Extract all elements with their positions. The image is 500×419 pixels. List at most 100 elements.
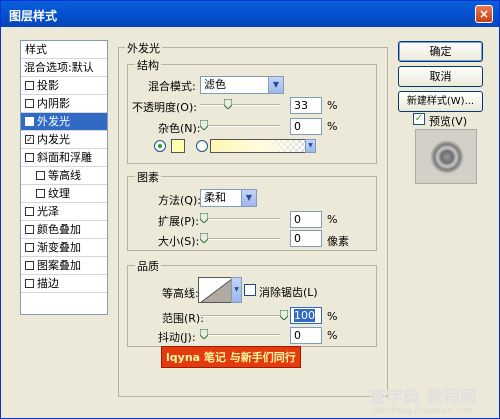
style-list-item[interactable]: 颜色叠加 — [21, 221, 107, 239]
style-checkbox[interactable] — [25, 243, 34, 252]
slider-thumb-icon[interactable] — [200, 329, 208, 339]
style-checkbox[interactable] — [25, 207, 34, 216]
glow-color-swatch[interactable] — [171, 139, 185, 153]
style-checkbox[interactable] — [25, 261, 34, 270]
antialias-checkbox[interactable] — [244, 284, 256, 296]
contour-label: 等高线: — [162, 287, 199, 300]
style-checkbox[interactable] — [36, 171, 45, 180]
blend-mode-value: 滤色 — [204, 78, 226, 91]
gradient-radio[interactable] — [196, 140, 208, 152]
style-checkbox[interactable] — [36, 189, 45, 198]
elements-title: 图素 — [135, 169, 161, 185]
range-label: 范围(R): — [162, 312, 204, 325]
style-checkbox[interactable]: ✓ — [25, 117, 34, 126]
blend-mode-label: 混合模式: — [148, 80, 196, 93]
slider-thumb-icon[interactable] — [200, 120, 208, 130]
cancel-button[interactable]: 取消 — [398, 66, 483, 87]
style-list-item[interactable]: 图案叠加 — [21, 257, 107, 275]
range-slider[interactable] — [200, 310, 288, 320]
size-unit: 像素 — [327, 235, 349, 248]
spread-label: 扩展(P): — [158, 215, 199, 228]
style-item-label: 外发光 — [37, 115, 70, 128]
style-item-label: 内阴影 — [37, 97, 70, 110]
opacity-slider[interactable] — [200, 99, 280, 109]
style-list-item[interactable]: 内阴影 — [21, 95, 107, 113]
noise-unit: % — [327, 120, 338, 133]
slider-thumb-icon[interactable] — [200, 213, 208, 223]
slider-thumb-icon[interactable] — [200, 233, 208, 243]
slider-thumb-icon[interactable] — [224, 99, 232, 109]
solid-color-radio[interactable] — [154, 140, 166, 152]
spread-slider[interactable] — [200, 213, 280, 223]
slider-thumb-icon[interactable] — [280, 310, 288, 320]
style-list-item[interactable]: 投影 — [21, 77, 107, 95]
style-list-item[interactable]: 混合选项:默认 — [21, 59, 107, 77]
contour-picker[interactable] — [198, 277, 232, 303]
watermark-banner: lqyna 笔记 与新手们同行 — [161, 346, 301, 368]
style-checkbox[interactable]: ✓ — [25, 135, 34, 144]
style-item-label: 光泽 — [37, 205, 59, 218]
style-item-label: 内发光 — [37, 133, 70, 146]
style-checkbox[interactable] — [25, 225, 34, 234]
style-checkbox[interactable] — [25, 153, 34, 162]
chevron-down-icon: ▼ — [241, 190, 256, 206]
spread-unit: % — [327, 213, 338, 226]
style-list-item[interactable]: 纹理 — [21, 185, 107, 203]
range-unit: % — [327, 310, 338, 323]
noise-slider[interactable] — [200, 120, 280, 130]
glow-gradient-bar[interactable] — [210, 139, 306, 153]
jitter-input[interactable]: 0 — [290, 327, 322, 344]
noise-label: 杂色(N): — [158, 122, 201, 135]
chevron-down-icon: ▼ — [306, 140, 315, 152]
style-item-label: 混合选项:默认 — [24, 61, 94, 74]
style-list-item[interactable]: 斜面和浮雕 — [21, 149, 107, 167]
preview-label[interactable]: 预览(V) — [429, 113, 467, 129]
size-input[interactable]: 0 — [290, 230, 322, 247]
chevron-down-icon: ▼ — [232, 278, 241, 302]
style-list-item[interactable]: 等高线 — [21, 167, 107, 185]
style-list-item[interactable]: ✓ 外发光 — [21, 113, 107, 131]
style-item-label: 等高线 — [48, 169, 81, 182]
style-item-label: 渐变叠加 — [37, 241, 81, 254]
spread-input[interactable]: 0 — [290, 211, 322, 228]
blend-mode-select[interactable]: 滤色 ▼ — [200, 76, 284, 94]
style-list-item[interactable]: 渐变叠加 — [21, 239, 107, 257]
quality-title: 品质 — [135, 258, 161, 274]
new-style-button[interactable]: 新建样式(W)... — [398, 91, 483, 112]
style-checkbox[interactable] — [25, 99, 34, 108]
style-item-label: 纹理 — [48, 187, 70, 200]
preview-checkbox[interactable]: ✓ — [413, 113, 425, 125]
style-checkbox[interactable] — [25, 81, 34, 90]
size-label: 大小(S): — [158, 235, 200, 248]
title-bar[interactable]: 图层样式 × — [1, 1, 499, 27]
style-list: 样式 混合选项:默认 投影 内阴影 ✓ 外发光 ✓ 内发光 斜面和浮雕 等高线 纹理 光泽 颜色叠加渐… — [20, 40, 108, 315]
noise-input[interactable]: 0 — [290, 118, 322, 135]
style-item-label: 图案叠加 — [37, 259, 81, 272]
gradient-picker-button[interactable]: ▼ — [305, 139, 316, 153]
style-list-item[interactable]: 描边 — [21, 275, 107, 293]
style-item-label: 颜色叠加 — [37, 223, 81, 236]
style-list-item[interactable]: 光泽 — [21, 203, 107, 221]
size-slider[interactable] — [200, 233, 280, 243]
method-label: 方法(Q): — [158, 194, 201, 207]
preview-thumbnail — [415, 129, 477, 184]
style-item-label: 投影 — [37, 79, 59, 92]
style-checkbox[interactable] — [25, 279, 34, 288]
jitter-slider[interactable] — [200, 329, 280, 339]
window-title: 图层样式 — [9, 9, 58, 23]
style-list-item[interactable]: ✓ 内发光 — [21, 131, 107, 149]
ok-button[interactable]: 确定 — [398, 41, 483, 62]
outer-glow-title: 外发光 — [125, 40, 162, 56]
antialias-label[interactable]: 消除锯齿(L) — [259, 284, 318, 300]
method-select[interactable]: 柔和 ▼ — [200, 189, 257, 207]
opacity-label: 不透明度(O): — [132, 101, 197, 114]
close-button[interactable]: × — [475, 5, 493, 23]
style-item-label: 斜面和浮雕 — [37, 151, 92, 164]
chevron-down-icon: ▼ — [268, 77, 283, 93]
opacity-input[interactable]: 33 — [290, 97, 322, 114]
layer-style-dialog: 图层样式 × 样式 混合选项:默认 投影 内阴影 ✓ 外发光 ✓ 内发光 斜面和浮雕 等高线 纹理… — [0, 0, 500, 419]
contour-dropdown-button[interactable]: ▼ — [231, 277, 242, 303]
range-value: 100 — [294, 309, 315, 322]
method-value: 柔和 — [204, 191, 226, 204]
range-input[interactable]: 100 — [290, 307, 322, 324]
